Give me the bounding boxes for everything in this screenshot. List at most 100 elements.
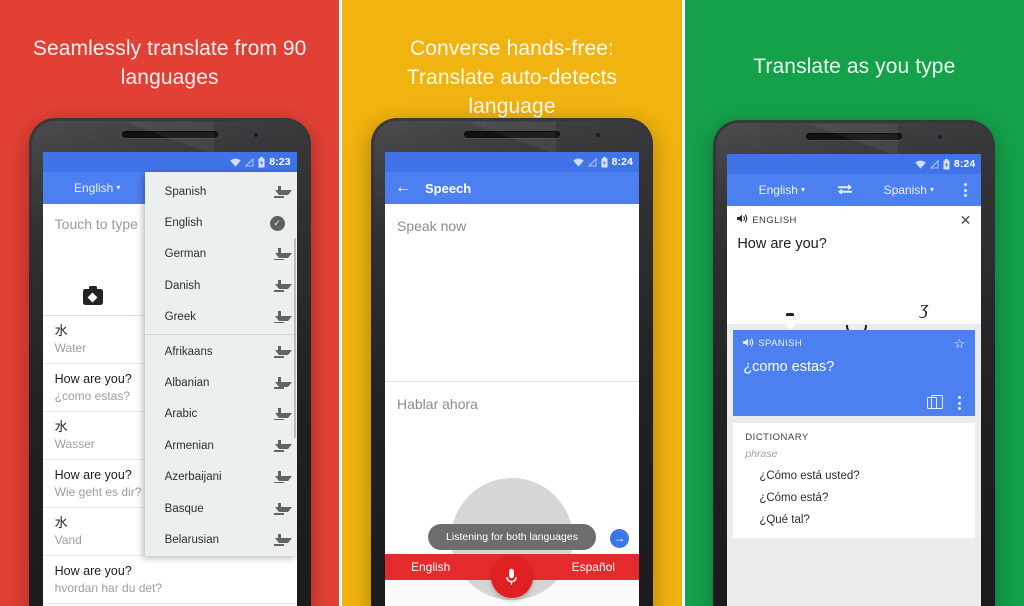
download-icon[interactable] bbox=[274, 279, 292, 292]
download-icon[interactable] bbox=[274, 471, 292, 484]
menu-item-basque[interactable]: Basque bbox=[145, 493, 297, 524]
source-lang-label: ENGLISH bbox=[752, 214, 797, 226]
wifi-icon bbox=[230, 158, 241, 167]
source-language-selector[interactable]: English ▾ bbox=[735, 183, 828, 197]
speaker-icon[interactable] bbox=[737, 214, 748, 226]
promo-panel-type: Translate as you type 8:24 English ▾ Spa… bbox=[684, 0, 1024, 606]
menu-item-english[interactable]: English ✓ bbox=[145, 207, 297, 238]
translation-result-card[interactable]: SPANISH ☆ ¿como estas? bbox=[733, 330, 976, 416]
download-icon[interactable] bbox=[274, 502, 292, 515]
translate-app-bar: English▾ Spanish▾ bbox=[727, 174, 982, 206]
download-icon[interactable] bbox=[274, 408, 292, 421]
phone-mockup: 8:24 English ▾ Spanish ▾ ENGLISH ✕ How a… bbox=[713, 120, 996, 606]
earpiece-speaker-icon bbox=[806, 133, 903, 140]
chevron-down-icon: ▾ bbox=[800, 185, 805, 194]
speech-target-pane[interactable]: Hablar ahora Listening for both language… bbox=[384, 382, 639, 600]
speech-prompt-primary: Speak now bbox=[396, 218, 467, 234]
source-language-selector[interactable]: English ▾ bbox=[51, 181, 144, 195]
target-lang-tag: SPANISH bbox=[743, 337, 802, 350]
dictionary-title: DICTIONARY bbox=[745, 432, 809, 443]
camera-input-button[interactable] bbox=[82, 286, 103, 305]
screen-glare bbox=[808, 124, 899, 158]
status-clock: 8:24 bbox=[611, 156, 633, 168]
menu-item-danish[interactable]: Danish bbox=[145, 270, 297, 301]
menu-item-armenian[interactable]: Armenian bbox=[145, 430, 297, 461]
signal-off-icon bbox=[245, 157, 255, 167]
front-camera-icon bbox=[252, 132, 259, 138]
screenshot-gallery: Seamlessly translate from 90 languages 8 bbox=[0, 0, 1024, 606]
language-name: Arabic bbox=[164, 408, 198, 421]
back-arrow-icon[interactable]: ← bbox=[395, 180, 411, 196]
speech-source-pane[interactable]: Speak now bbox=[384, 204, 639, 382]
copy-icon[interactable] bbox=[927, 394, 943, 409]
promo-panel-conversation: Converse hands-free: Translate auto-dete… bbox=[342, 0, 682, 606]
status-bar: 8:24 bbox=[384, 152, 639, 172]
list-item[interactable]: How are you? hvordan har du det? bbox=[42, 556, 297, 604]
language-name: Spanish bbox=[164, 185, 207, 198]
menu-item-spanish[interactable]: Spanish bbox=[145, 176, 297, 207]
menu-item-belarusian[interactable]: Belarusian bbox=[145, 524, 297, 555]
menu-item-arabic[interactable]: Arabic bbox=[145, 399, 297, 430]
download-icon[interactable] bbox=[274, 311, 292, 324]
panel-headline: Converse hands-free: Translate auto-dete… bbox=[406, 37, 618, 118]
download-icon[interactable] bbox=[274, 533, 292, 546]
target-language-selector[interactable]: Spanish▾ bbox=[862, 183, 955, 197]
source-text-card[interactable]: ENGLISH ✕ How are you? ʒ bbox=[727, 206, 982, 324]
battery-icon bbox=[943, 158, 950, 170]
language-name: German bbox=[164, 248, 207, 261]
download-icon[interactable] bbox=[274, 439, 292, 452]
download-icon[interactable] bbox=[274, 377, 292, 390]
front-camera-icon bbox=[937, 134, 944, 140]
menu-item-azerbaijani[interactable]: Azerbaijani bbox=[145, 462, 297, 493]
dictionary-entry[interactable]: ¿Qué tal? bbox=[745, 514, 963, 526]
overflow-menu-icon[interactable] bbox=[951, 396, 967, 410]
front-camera-icon bbox=[594, 132, 601, 138]
translate-body: ENGLISH ✕ How are you? ʒ SPANISH ☆ ¿como… bbox=[727, 206, 982, 606]
wifi-icon bbox=[915, 160, 926, 169]
language-name: Danish bbox=[164, 279, 201, 292]
check-circle-icon: ✓ bbox=[269, 215, 285, 231]
menu-item-albanian[interactable]: Albanian bbox=[145, 367, 297, 398]
overflow-menu-icon[interactable] bbox=[957, 183, 973, 197]
target-language-label: Spanish bbox=[883, 183, 927, 197]
dictionary-card: DICTIONARY phrase ¿Cómo está usted? ¿Cóm… bbox=[733, 423, 976, 538]
battery-icon bbox=[601, 156, 608, 168]
speaker-icon[interactable] bbox=[743, 337, 754, 350]
language-name: English bbox=[164, 217, 203, 230]
chevron-down-icon: ▾ bbox=[116, 183, 121, 192]
swap-languages-button[interactable] bbox=[828, 182, 862, 198]
promo-panel-languages: Seamlessly translate from 90 languages 8 bbox=[0, 0, 340, 606]
menu-item-german[interactable]: German bbox=[145, 239, 297, 270]
menu-divider bbox=[144, 333, 297, 335]
phone-mockup: 8:24 ← Speech Speak now Hablar ahora Lis… bbox=[370, 118, 653, 606]
star-outline-icon[interactable]: ☆ bbox=[954, 337, 966, 350]
phone-screen: 8:23 English▾ Spanish▾ Touch to type bbox=[42, 152, 297, 606]
download-icon[interactable] bbox=[274, 345, 292, 358]
menu-item-greek[interactable]: Greek bbox=[145, 302, 297, 333]
language-name: Afrikaans bbox=[164, 345, 213, 358]
menu-item-afrikaans[interactable]: Afrikaans bbox=[145, 336, 297, 367]
earpiece-speaker-icon bbox=[463, 131, 560, 138]
dictionary-entry[interactable]: ¿Cómo está usted? bbox=[745, 470, 963, 482]
language-name: Azerbaijani bbox=[164, 471, 222, 484]
chevron-down-icon: ▾ bbox=[929, 185, 934, 194]
screen-glare bbox=[123, 122, 214, 156]
handwriting-input-button[interactable]: ʒ bbox=[920, 299, 928, 318]
right-language-label: Español bbox=[571, 560, 615, 574]
translated-text: ¿como estas? bbox=[743, 359, 835, 375]
microphone-button[interactable] bbox=[490, 556, 533, 598]
next-button[interactable]: → bbox=[609, 529, 629, 548]
battery-icon bbox=[258, 156, 265, 168]
phone-screen: 8:24 English ▾ Spanish ▾ ENGLISH ✕ How a… bbox=[727, 154, 982, 606]
speech-prompt-secondary: Hablar ahora bbox=[396, 396, 478, 412]
status-clock: 8:24 bbox=[953, 158, 976, 170]
download-icon[interactable] bbox=[274, 185, 292, 198]
listening-toast: Listening for both languages bbox=[428, 524, 596, 550]
download-icon[interactable] bbox=[274, 248, 292, 261]
panel-headline: Translate as you type bbox=[753, 55, 956, 78]
dictionary-entry[interactable]: ¿Cómo está? bbox=[745, 492, 963, 504]
dropdown-scrollbar[interactable] bbox=[293, 238, 297, 438]
source-language-label: English bbox=[73, 181, 114, 195]
close-icon[interactable]: ✕ bbox=[960, 213, 972, 227]
status-bar: 8:24 bbox=[727, 154, 982, 174]
